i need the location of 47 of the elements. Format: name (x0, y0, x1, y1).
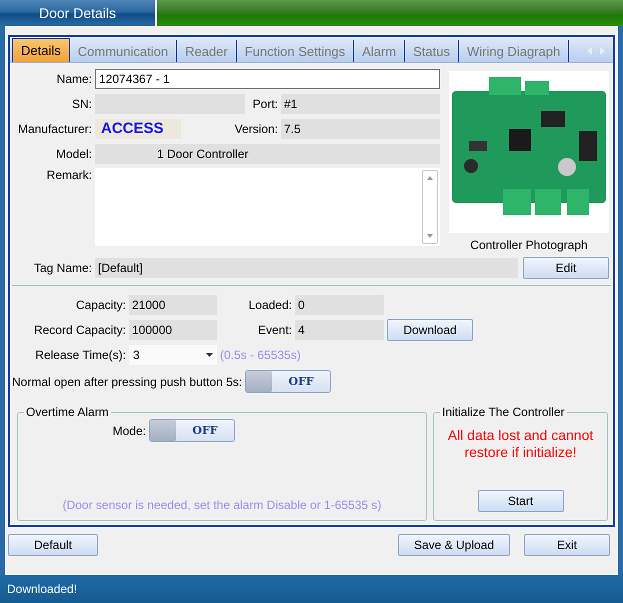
tab[interactable]: Details (12, 38, 70, 62)
read-only-field: ACCESS (95, 118, 181, 138)
read-only-field: 21000 (129, 294, 217, 314)
field-label: Normal open after pressing push button 5s: (11, 374, 242, 388)
field-label: Capacity: (74, 298, 126, 312)
field-label: Port: (252, 96, 278, 110)
group-title: Initialize The Controller (441, 405, 566, 419)
field-label: Event: (256, 322, 292, 336)
release-time-dropdown[interactable]: 3 (129, 344, 217, 364)
field-label: SN: (70, 96, 92, 110)
warning-text: All data lost and cannot restore if initialize! (446, 427, 594, 461)
scroll-left-icon[interactable] (587, 47, 592, 55)
read-only-field: #1 (281, 94, 440, 114)
field-label: Version: (234, 122, 278, 136)
name-input[interactable]: 12074367 - 1 (95, 68, 440, 88)
window-title: Door Details (0, 0, 157, 26)
field-label: Loaded: (248, 298, 292, 312)
photo-caption: Controller Photograph (470, 238, 588, 252)
field-label: Remark: (46, 168, 92, 184)
read-only-field: 100000 (129, 320, 217, 340)
scroll-right-icon[interactable] (600, 47, 605, 55)
alarm-note: (Door sensor is needed, set the alarm Disable or 1-65535 s) (62, 498, 382, 512)
field-label: Mode: (112, 424, 146, 438)
edit-button[interactable]: Edit (523, 256, 609, 278)
read-only-field: 4 (295, 320, 384, 340)
read-only-field: 1 Door Controller (95, 144, 440, 164)
field-label: Name: (56, 72, 92, 86)
status-bar: Downloaded! (0, 575, 623, 603)
range-hint: (0.5s - 65535s) (220, 348, 301, 362)
save-upload-button[interactable]: Save & Upload (398, 534, 510, 556)
field-label: Record Capacity: (32, 322, 126, 336)
field-label: Manufacturer: (16, 122, 92, 136)
download-button[interactable]: Download (387, 318, 473, 340)
scrollbar[interactable] (422, 170, 438, 244)
default-button[interactable]: Default (8, 534, 98, 556)
toggle-switch[interactable]: OFF (149, 419, 235, 442)
field-label: Release Time(s): (34, 348, 126, 362)
read-only-field: 0 (295, 294, 384, 314)
read-only-field: [Default] (95, 258, 518, 278)
toggle-switch[interactable]: OFF (245, 370, 332, 393)
field-label: Tag Name: (32, 260, 92, 274)
group-title: Overtime Alarm (25, 405, 110, 419)
read-only-field: 7.5 (281, 118, 440, 138)
exit-button[interactable]: Exit (524, 534, 610, 556)
start-button[interactable]: Start (478, 490, 564, 512)
caret-icon (206, 352, 213, 356)
field-label: Model: (54, 146, 92, 160)
